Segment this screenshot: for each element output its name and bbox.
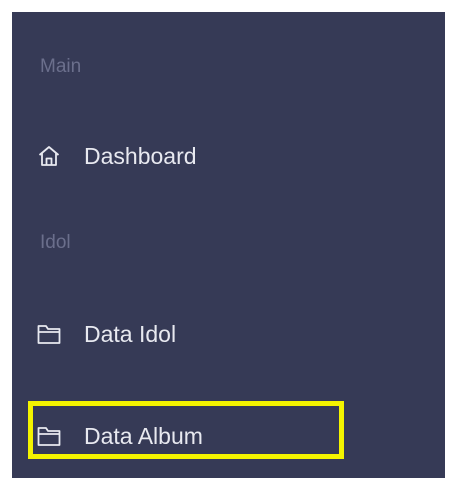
home-icon <box>36 143 62 169</box>
folder-icon <box>36 423 62 449</box>
folder-icon <box>36 321 62 347</box>
sidebar-item-data-idol[interactable]: Data Idol <box>36 310 366 358</box>
sidebar-item-label: Dashboard <box>84 142 197 169</box>
section-label-main: Main <box>40 56 82 77</box>
sidebar-item-label: Data Album <box>84 422 203 449</box>
sidebar-item-dashboard[interactable]: Dashboard <box>36 132 366 180</box>
section-label-idol: Idol <box>40 232 71 253</box>
sidebar-item-label: Data Idol <box>84 320 177 347</box>
sidebar: Main Dashboard Idol Data Idol Data Album <box>12 12 445 478</box>
sidebar-item-data-album[interactable]: Data Album <box>36 412 366 460</box>
